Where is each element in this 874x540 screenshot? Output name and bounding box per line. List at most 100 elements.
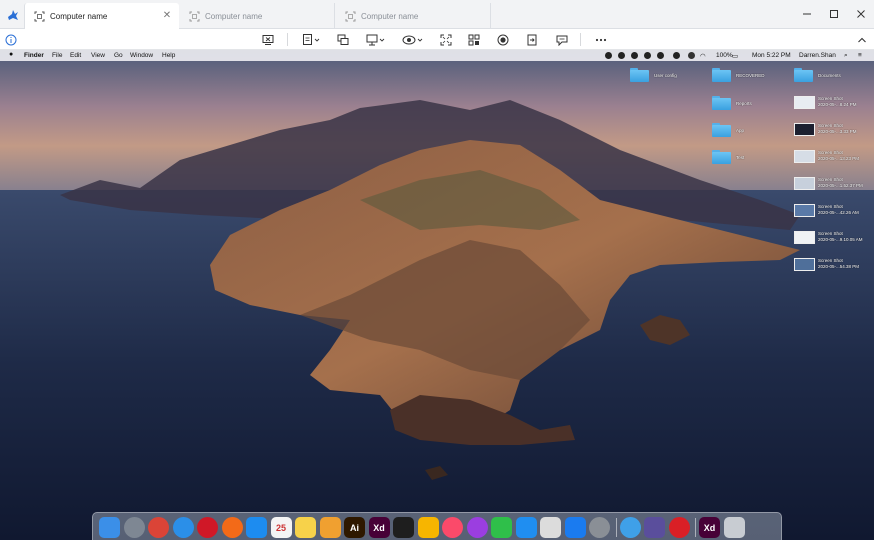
menubar-clock[interactable]: Mon 5:22 PM [752,52,791,59]
finder-icon[interactable] [99,517,120,538]
preview-icon[interactable] [540,517,561,538]
split-screen-icon[interactable] [467,32,481,47]
chat-icon[interactable] [555,32,569,47]
xd-doc-icon[interactable]: Xd [699,517,720,538]
info-icon[interactable] [5,33,17,46]
tab-label: Computer name [50,11,108,21]
screenshot-label: Screen Shot [818,150,843,155]
folder-icon [630,68,649,82]
screenshot-date: 2020-05-...1.52.37 PM [818,183,863,188]
fullscreen-icon[interactable] [439,32,453,47]
view-mode-icon[interactable] [402,32,424,47]
launchpad-icon[interactable] [123,517,145,538]
file-transfer-icon[interactable] [301,32,323,47]
music-icon[interactable] [442,517,463,538]
podcasts-icon[interactable] [466,517,488,538]
tab-label: Computer name [205,11,263,21]
apple-icon[interactable]: ● [9,51,13,58]
app-store-icon[interactable] [246,517,267,538]
screenshot-date: 2020-05-...42.26 AM [818,210,859,215]
export-icon[interactable] [525,32,539,47]
teamviewer-icon[interactable] [644,517,665,538]
screenshot-date: 2020-05-...3.33 PM [818,129,857,134]
remote-app-icon[interactable] [619,517,641,538]
status-app-icon[interactable] [618,52,625,59]
battery-icon[interactable]: ▭ [732,52,738,60]
window-titlebar: Computer name ✕ Computer name Computer n… [0,0,874,29]
wifi-icon[interactable]: ◠ [700,52,706,60]
collapse-toolbar-icon[interactable] [856,33,868,45]
sketch-icon[interactable] [417,517,439,538]
status-app-icon[interactable] [605,52,612,59]
menu-finder[interactable]: Finder [24,52,44,59]
session-toolbar [0,29,874,50]
opera-icon[interactable] [197,517,218,538]
screenshot-thumbnail [794,231,815,244]
menu-window[interactable]: Window [130,52,153,59]
trash-icon[interactable] [723,517,745,538]
close-window-icon[interactable] [853,6,869,22]
tab-computer-2[interactable]: Computer name [180,3,335,29]
app-logo-icon [0,0,25,29]
status-app-icon[interactable] [657,52,664,59]
remote-desktop-view[interactable]: ● Finder File Edit View Go Window Help ◠… [0,50,874,540]
screenshot-date: 2020-05-...54.38 PM [818,264,860,269]
more-icon[interactable] [594,32,608,47]
tab-label: Computer name [361,11,419,21]
xd-icon[interactable]: Xd [368,517,390,538]
screenshot-date: 2020-05-...8.24 PM [818,102,857,107]
menu-help[interactable]: Help [162,52,175,59]
illustrator-icon[interactable]: Ai [344,517,365,538]
remote-control-icon[interactable] [336,32,350,47]
tab-computer-3[interactable]: Computer name [336,3,491,29]
mac-menubar: ● Finder File Edit View Go Window Help ◠… [0,50,874,61]
screenshot-label: Screen Shot [818,123,843,128]
xcode-icon[interactable] [564,517,586,538]
screenshot-label: Screen Shot [818,204,843,209]
status-app-icon[interactable] [644,52,651,59]
status-app-icon[interactable] [631,52,638,59]
screenshot-thumbnail [794,204,815,217]
screenshot-thumbnail [794,123,815,136]
menu-file[interactable]: File [52,52,62,59]
battery-percent: 100% [716,51,733,59]
close-icon[interactable]: ✕ [161,10,173,22]
screenshot-label: Screen Shot [818,258,843,263]
maximize-icon[interactable] [826,6,842,22]
screen-select-icon[interactable] [365,32,387,47]
folder-label: App [736,128,745,133]
toolbar-divider [580,33,581,46]
notes-icon[interactable] [295,517,316,538]
firefox-icon[interactable] [221,517,243,538]
folder-icon [712,68,731,82]
bluetooth-icon[interactable] [688,52,695,59]
screenshot-date: 2020-05-...13.23 PM [818,156,860,161]
remote-screen-icon [188,10,200,22]
menu-view[interactable]: View [91,52,105,59]
folder-icon [712,96,731,110]
toolbar-divider [287,33,288,46]
figma-icon[interactable] [393,517,414,538]
menubar-user[interactable]: Darren.Shan [799,52,836,59]
menu-go[interactable]: Go [114,52,123,59]
notification-center-icon[interactable]: ≡ [858,52,862,59]
spotlight-search-icon[interactable]: ⌕ [844,52,848,60]
minimize-icon[interactable] [799,6,815,22]
screenshot-thumbnail [794,258,815,271]
tab-computer-1[interactable]: Computer name ✕ [24,3,179,29]
folder-label: RECOVERED [736,73,765,78]
chrome-icon[interactable] [148,517,169,538]
numbers-icon[interactable] [491,517,512,538]
system-preferences-icon[interactable] [589,517,610,538]
screenshot-thumbnail [794,177,815,190]
squirrel-icon[interactable] [319,517,341,538]
safari-icon[interactable] [172,517,194,538]
calendar-icon[interactable]: 25 [270,517,292,538]
folder-label: User config [654,73,677,78]
end-session-icon[interactable] [261,32,275,47]
status-app-icon[interactable] [673,52,680,59]
creative-cloud-icon[interactable] [668,517,690,538]
menu-edit[interactable]: Edit [70,52,81,59]
record-icon[interactable] [496,32,510,47]
keynote-icon[interactable] [515,517,537,538]
